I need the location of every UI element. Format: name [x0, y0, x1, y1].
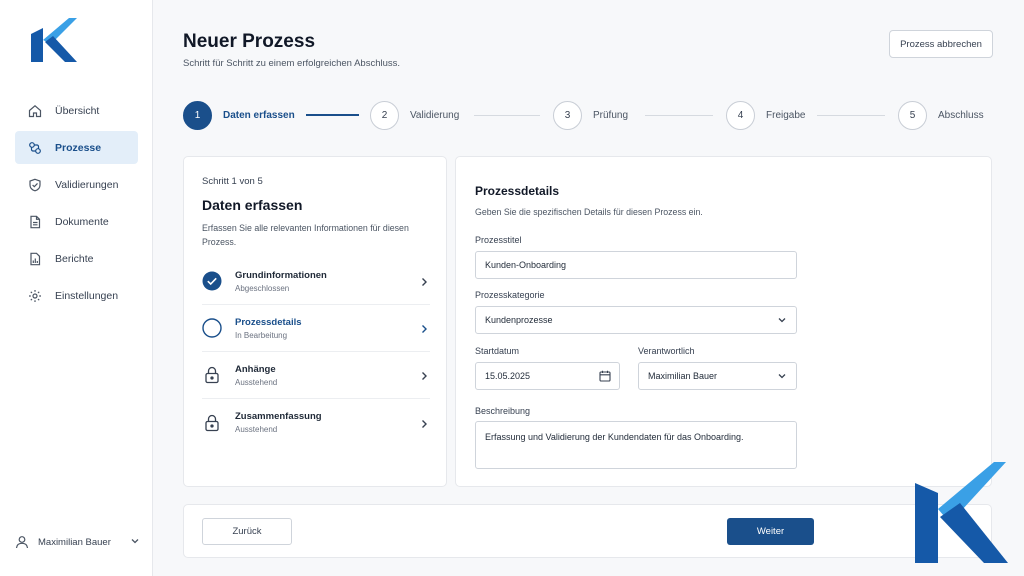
field-value: Erfassung und Validierung der Kundendate… [485, 432, 744, 442]
step-freigabe[interactable]: 4 Freigabe [726, 101, 805, 130]
prozesstitel-label: Prozesstitel [475, 235, 522, 245]
step-count: Schritt 1 von 5 [202, 176, 263, 187]
sidebar-item-label: Berichte [55, 252, 94, 265]
check-circle-icon [202, 271, 222, 291]
sidebar-nav: Übersicht Prozesse Validierungen Dokumen… [15, 94, 138, 316]
page-subtitle: Schritt für Schritt zu einem erfolgreich… [183, 58, 401, 69]
prozesskategorie-label: Prozesskategorie [475, 290, 545, 300]
sidebar-item-einstellungen[interactable]: Einstellungen [15, 279, 138, 312]
form-description: Geben Sie die spezifischen Details für d… [475, 207, 703, 217]
beschreibung-label: Beschreibung [475, 406, 531, 416]
beschreibung-textarea[interactable]: Erfassung und Validierung der Kundendate… [475, 421, 797, 469]
substep-status: In Bearbeitung [235, 330, 288, 340]
step-number: 2 [370, 101, 399, 130]
substep-anhaenge[interactable]: Anhänge Ausstehend [202, 352, 430, 399]
stepper-connector [306, 114, 359, 116]
field-value: Maximilian Bauer [648, 371, 718, 381]
step-description: Erfassen Sie alle relevanten Information… [202, 223, 409, 247]
stepper-connector [474, 115, 540, 116]
step-pruefung[interactable]: 3 Prüfung [553, 101, 628, 130]
sidebar-item-uebersicht[interactable]: Übersicht [15, 94, 138, 127]
substep-status: Ausstehend [235, 425, 278, 434]
sidebar-item-prozesse[interactable]: Prozesse [15, 131, 138, 164]
substep-title: Zusammenfassung [235, 411, 322, 422]
sidebar-item-label: Prozesse [55, 141, 102, 154]
sidebar-item-label: Einstellungen [55, 289, 119, 302]
step-number: 3 [553, 101, 582, 130]
process-details-form: Prozessdetails Geben Sie die spezifische… [455, 156, 992, 487]
chevron-right-icon [418, 275, 430, 287]
footer-actions: Zurück Weiter [183, 504, 992, 558]
prozesskategorie-select[interactable]: Kundenprozesse [475, 306, 797, 334]
workflow-icon [27, 140, 43, 156]
page-title: Neuer Prozess [183, 31, 316, 52]
startdatum-label: Startdatum [475, 346, 520, 356]
substep-status: Ausstehend [235, 377, 278, 387]
substep-title: Grundinformationen [235, 269, 327, 281]
form-title: Prozessdetails [475, 184, 560, 198]
step-number: 5 [898, 101, 927, 130]
sidebar-item-label: Dokumente [55, 215, 109, 228]
chevron-down-icon [776, 314, 788, 326]
step-label: Freigabe [766, 110, 806, 121]
back-button[interactable]: Zurück [202, 518, 292, 545]
calendar-icon[interactable] [599, 370, 611, 382]
startdatum-input[interactable]: 15.05.2025 [475, 362, 620, 390]
chart-icon [27, 251, 43, 267]
chevron-right-icon [418, 322, 430, 334]
sidebar-item-berichte[interactable]: Berichte [15, 242, 138, 275]
brand-logo-icon [912, 459, 1008, 563]
step-label: Daten erfassen [223, 110, 295, 121]
substep-list: Grundinformationen Abgeschlossen Prozess… [202, 258, 430, 446]
substep-title: Prozessdetails [235, 316, 302, 328]
step-daten-erfassen[interactable]: 1 Daten erfassen [183, 101, 295, 130]
field-value: Kunden-Onboarding [485, 260, 567, 270]
step-overview-card: Schritt 1 von 5 Daten erfassen Erfassen … [183, 156, 447, 487]
circle-icon [202, 318, 222, 338]
user-menu[interactable]: Maximilian Bauer [15, 531, 140, 553]
user-name: Maximilian Bauer [38, 536, 111, 548]
prozesstitel-input[interactable]: Kunden-Onboarding [475, 251, 797, 279]
chevron-down-icon [130, 536, 140, 549]
shield-check-icon [27, 177, 43, 193]
stepper: 1 Daten erfassen 2 Validierung 3 Prüfung… [183, 101, 993, 131]
substep-status: Abgeschlossen [235, 283, 290, 293]
lock-icon [202, 413, 222, 433]
cancel-process-button[interactable]: Prozess abbrechen [889, 30, 993, 58]
sidebar-item-validierungen[interactable]: Validierungen [15, 168, 138, 201]
verantwortlich-select[interactable]: Maximilian Bauer [638, 362, 797, 390]
sidebar-item-dokumente[interactable]: Dokumente [15, 205, 138, 238]
stepper-connector [645, 115, 713, 116]
substep-zusammenfassung[interactable]: Zusammenfassung Ausstehend [202, 399, 430, 446]
step-abschluss[interactable]: 5 Abschluss [898, 101, 984, 130]
next-button[interactable]: Weiter [727, 518, 814, 545]
sidebar-item-label: Validierungen [55, 178, 119, 191]
home-icon [27, 103, 43, 119]
sidebar: Übersicht Prozesse Validierungen Dokumen… [0, 0, 153, 576]
verantwortlich-label: Verantwortlich [638, 346, 695, 356]
substep-title: Anhänge [235, 363, 276, 375]
step-label: Validierung [410, 110, 460, 121]
step-label: Abschluss [938, 110, 984, 121]
gear-icon [27, 288, 43, 304]
lock-icon [202, 365, 222, 385]
chevron-right-icon [418, 417, 430, 429]
step-number: 1 [183, 101, 212, 130]
substep-prozessdetails[interactable]: Prozessdetails In Bearbeitung [202, 305, 430, 352]
step-validierung[interactable]: 2 Validierung [370, 101, 459, 130]
field-value: 15.05.2025 [485, 371, 531, 381]
chevron-down-icon [776, 370, 788, 382]
substep-grundinformationen[interactable]: Grundinformationen Abgeschlossen [202, 258, 430, 305]
logo-icon[interactable] [31, 18, 77, 62]
step-label: Prüfung [593, 110, 629, 121]
stepper-connector [817, 115, 885, 116]
step-number: 4 [726, 101, 755, 130]
user-icon [15, 535, 29, 549]
step-title: Daten erfassen [202, 197, 303, 213]
field-value: Kundenprozesse [485, 315, 553, 325]
chevron-right-icon [418, 369, 430, 381]
sidebar-item-label: Übersicht [55, 104, 100, 117]
document-icon [27, 214, 43, 230]
